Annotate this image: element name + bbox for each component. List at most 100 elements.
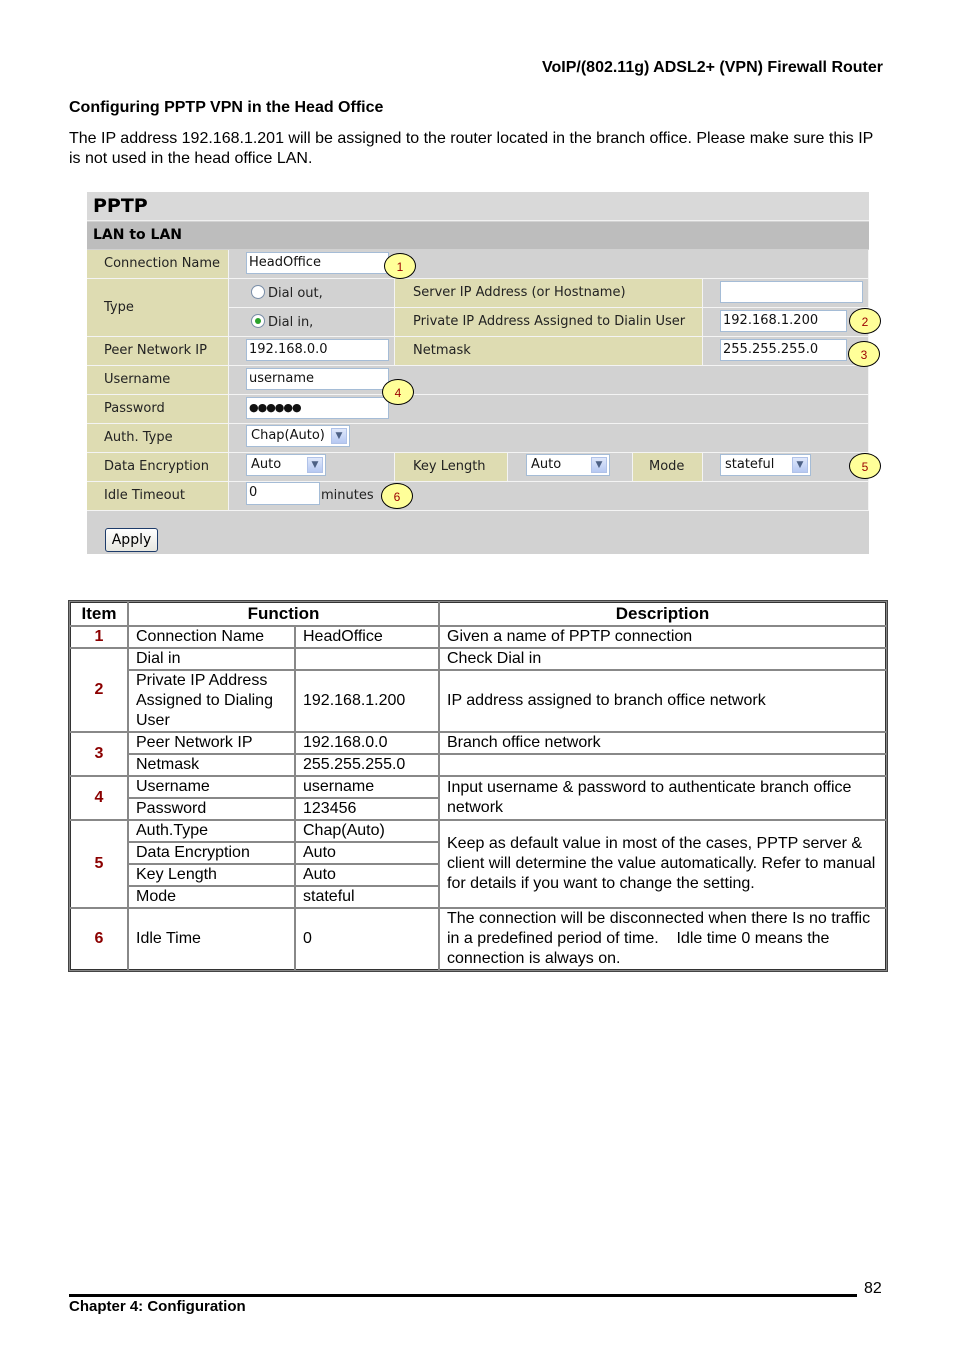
- function-name: Idle Time: [127, 907, 296, 971]
- table-row: 6 Idle Time 0 The connection will be dis…: [69, 907, 887, 971]
- table-row: 2 Dial in Check Dial in: [69, 647, 887, 733]
- function-value: 0: [294, 907, 440, 971]
- radio-dial-out[interactable]: Dial out,: [229, 279, 395, 308]
- function-value: 123456: [294, 797, 440, 821]
- description: The connection will be disconnected when…: [438, 907, 887, 971]
- item-number: 6: [69, 907, 129, 971]
- function-description-table: Item Function Description 1 Connection N…: [68, 600, 888, 972]
- table-row: 1 Connection Name HeadOffice Given a nam…: [69, 625, 887, 649]
- password-label: Password: [87, 395, 229, 424]
- function-name: Key Length: [127, 863, 296, 887]
- function-value: HeadOffice: [294, 625, 440, 649]
- callout-5: 5: [849, 453, 881, 479]
- callout-1: 1: [384, 253, 416, 279]
- key-length-select[interactable]: Auto ▼: [526, 454, 610, 476]
- section-title: Configuring PPTP VPN in the Head Office: [69, 99, 384, 116]
- function-value: stateful: [294, 885, 440, 909]
- intro-paragraph: The IP address 192.168.1.201 will be ass…: [69, 130, 874, 167]
- connection-name-input[interactable]: HeadOffice: [246, 252, 389, 274]
- footer-divider: [69, 1294, 857, 1297]
- description: Check Dial in: [438, 647, 887, 671]
- function-name: Private IP Address Assigned to Dialing U…: [127, 669, 296, 733]
- description: Branch office network: [438, 731, 887, 755]
- auth-type-select[interactable]: Chap(Auto) ▼: [246, 425, 350, 447]
- password-input[interactable]: ●●●●●●: [246, 397, 389, 419]
- radio-dial-in-label: Dial in,: [268, 315, 314, 330]
- function-value: 192.168.0.0: [294, 731, 440, 755]
- function-name: Password: [127, 797, 296, 821]
- item-number: 3: [69, 731, 129, 777]
- function-value: username: [294, 775, 440, 799]
- data-encryption-label: Data Encryption: [87, 453, 229, 482]
- table-row: 4 Username username Input username & pas…: [69, 775, 887, 821]
- connection-name-label: Connection Name: [87, 250, 229, 279]
- panel-subtitle: LAN to LAN: [87, 222, 869, 249]
- data-encryption-select[interactable]: Auto ▼: [246, 454, 326, 476]
- table-row: Private IP Address Assigned to Dialing U…: [70, 669, 887, 733]
- netmask-label: Netmask: [395, 337, 703, 366]
- private-ip-input[interactable]: 192.168.1.200: [720, 310, 847, 332]
- document-header-title: VoIP/(802.11g) ADSL2+ (VPN) Firewall Rou…: [542, 59, 883, 76]
- apply-button[interactable]: Apply: [105, 528, 158, 552]
- function-value: [294, 647, 440, 671]
- function-value: Auto: [294, 841, 440, 865]
- chevron-down-icon[interactable]: ▼: [307, 457, 323, 473]
- function-name: Mode: [127, 885, 296, 909]
- mode-select[interactable]: stateful ▼: [720, 454, 811, 476]
- chapter-label: Chapter 4: Configuration: [69, 1298, 246, 1315]
- radio-dial-in-icon[interactable]: [251, 314, 265, 328]
- item-number: 1: [69, 625, 129, 649]
- page-number: 82: [864, 1280, 882, 1297]
- function-value: Chap(Auto): [294, 819, 440, 843]
- table-row: 3 Peer Network IP 192.168.0.0 Branch off…: [69, 731, 887, 777]
- auth-type-value: Chap(Auto): [251, 428, 325, 443]
- chevron-down-icon[interactable]: ▼: [792, 457, 808, 473]
- header-function: Function: [127, 601, 440, 627]
- panel-title: PPTP: [87, 192, 869, 221]
- function-name: Username: [127, 775, 296, 799]
- type-label: Type: [87, 279, 229, 337]
- radio-dial-out-icon[interactable]: [251, 285, 265, 299]
- server-ip-label: Server IP Address (or Hostname): [395, 279, 703, 308]
- idle-timeout-label: Idle Timeout: [87, 482, 229, 511]
- chevron-down-icon[interactable]: ▼: [331, 428, 347, 444]
- private-ip-label: Private IP Address Assigned to Dialin Us…: [395, 308, 703, 337]
- radio-dial-in[interactable]: Dial in,: [229, 308, 395, 337]
- item-number: 5: [69, 819, 129, 909]
- callout-3: 3: [848, 341, 880, 367]
- description: Given a name of PPTP connection: [438, 625, 887, 649]
- mode-label: Mode: [633, 453, 703, 482]
- item-number: 4: [69, 775, 129, 821]
- key-length-value: Auto: [531, 457, 562, 472]
- username-label: Username: [87, 366, 229, 395]
- pptp-config-panel: PPTP LAN to LAN Connection Name HeadOffi…: [87, 192, 881, 554]
- idle-timeout-unit: minutes: [321, 488, 374, 503]
- table-row: Netmask 255.255.255.0: [70, 753, 887, 777]
- description: Keep as default value in most of the cas…: [438, 819, 887, 909]
- key-length-label: Key Length: [395, 453, 508, 482]
- item-number: 2: [69, 647, 129, 733]
- header-description: Description: [438, 601, 887, 627]
- function-value: Auto: [294, 863, 440, 887]
- function-name: Connection Name: [127, 625, 296, 649]
- peer-network-ip-label: Peer Network IP: [87, 337, 229, 366]
- table-row: 5 Auth.Type Chap(Auto) Keep as default v…: [69, 819, 887, 909]
- function-value: 192.168.1.200: [294, 669, 440, 733]
- idle-timeout-input[interactable]: 0: [246, 482, 320, 505]
- server-ip-input[interactable]: [720, 281, 863, 303]
- auth-type-label: Auth. Type: [87, 424, 229, 453]
- callout-2: 2: [849, 308, 881, 334]
- mode-value: stateful: [725, 457, 775, 472]
- chevron-down-icon[interactable]: ▼: [591, 457, 607, 473]
- callout-6: 6: [381, 483, 413, 509]
- table-header-row: Item Function Description: [69, 601, 887, 627]
- function-name: Peer Network IP: [127, 731, 296, 755]
- function-name: Dial in: [127, 647, 296, 671]
- netmask-input[interactable]: 255.255.255.0: [720, 339, 847, 361]
- username-input[interactable]: username: [246, 368, 389, 390]
- peer-network-ip-input[interactable]: 192.168.0.0: [246, 339, 389, 361]
- function-name: Data Encryption: [127, 841, 296, 865]
- radio-dial-out-label: Dial out,: [268, 286, 323, 301]
- callout-4: 4: [382, 379, 414, 405]
- description: IP address assigned to branch office net…: [438, 669, 887, 733]
